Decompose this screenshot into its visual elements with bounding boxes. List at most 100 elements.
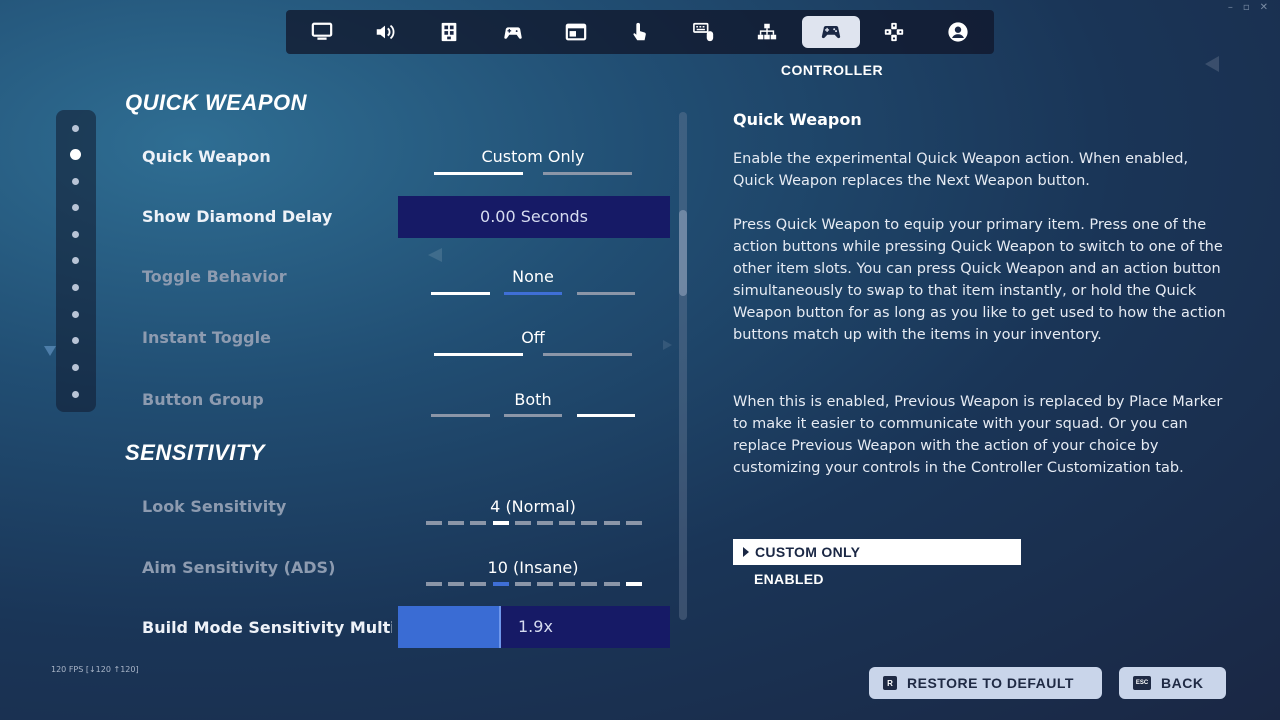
decor-triangle [1205, 56, 1219, 72]
option-indicator [434, 353, 523, 356]
controller-icon [821, 26, 840, 39]
step-dash [581, 521, 598, 525]
setting-label-toggle-behavior: Toggle Behavior [142, 267, 287, 286]
back-button[interactable]: ESC BACK [1119, 667, 1226, 699]
setting-label-build-mode-multiplier: Build Mode Sensitivity Multip [142, 618, 392, 637]
monitor-icon [311, 22, 333, 40]
setting-value-aim-sensitivity[interactable]: 10 (Insane) [398, 558, 668, 577]
settings-scrollbar-thumb[interactable] [679, 210, 687, 296]
option-label: CUSTOM ONLY [755, 544, 861, 560]
section-dot[interactable] [72, 257, 79, 264]
tab-game-ui[interactable] [547, 16, 605, 48]
option-indicator [504, 414, 562, 417]
restore-default-button[interactable]: R RESTORE TO DEFAULT [869, 667, 1102, 699]
gamepad-wireless-icon [503, 27, 522, 39]
setting-label-show-diamond-delay: Show Diamond Delay [142, 207, 333, 226]
dpad-icon [885, 22, 904, 42]
section-dot[interactable] [72, 364, 79, 371]
option-custom-only[interactable]: CUSTOM ONLY [733, 539, 1021, 565]
fps-counter: 120 FPS [↓120 ↑120] [51, 665, 139, 674]
step-dash [492, 521, 509, 525]
tab-network[interactable] [738, 16, 796, 48]
tab-account[interactable] [929, 16, 987, 48]
section-dot[interactable] [72, 231, 79, 238]
step-dash [514, 521, 531, 525]
caret-right-icon [743, 547, 749, 557]
active-tab-label: CONTROLLER [780, 62, 884, 78]
section-dot[interactable] [72, 337, 79, 344]
tab-display[interactable] [293, 16, 351, 48]
section-dot-active[interactable] [70, 149, 81, 160]
step-dash [448, 521, 465, 525]
step-dash [448, 582, 465, 586]
section-dot[interactable] [72, 125, 79, 132]
window-controls: – ▫ ✕ [1228, 2, 1268, 13]
step-dash [514, 582, 531, 586]
step-dash [492, 582, 509, 586]
description-title: Quick Weapon [733, 110, 862, 129]
speaker-icon [377, 24, 395, 40]
section-heading-quick-weapon: QUICK WEAPON [125, 90, 307, 115]
build-mode-slider-fill[interactable] [398, 606, 501, 648]
section-heading-sensitivity: SENSITIVITY [125, 440, 265, 465]
close-button[interactable]: ✕ [1260, 2, 1268, 13]
step-dash [581, 582, 598, 586]
tab-audio[interactable] [356, 16, 414, 48]
touch-icon [633, 22, 646, 41]
section-dot[interactable] [72, 311, 79, 318]
option-indicator [543, 172, 632, 175]
setting-value-button-group[interactable]: Both [398, 390, 668, 409]
key-r-icon: R [883, 676, 897, 690]
setting-label-button-group: Button Group [142, 390, 264, 409]
option-indicator [434, 172, 523, 175]
minimize-button[interactable]: – [1228, 2, 1233, 13]
step-dash [470, 582, 487, 586]
settings-tab-bar [286, 10, 994, 54]
setting-value-show-diamond-delay[interactable]: 0.00 Seconds [398, 207, 670, 226]
step-dash [625, 582, 642, 586]
option-enabled[interactable]: ENABLED [754, 571, 824, 587]
step-dash [426, 521, 442, 525]
step-dash [426, 582, 442, 586]
description-paragraph-3: When this is enabled, Previous Weapon is… [733, 394, 1223, 476]
step-dash [559, 582, 576, 586]
tab-controller-customization[interactable] [865, 16, 923, 48]
setting-value-toggle-behavior[interactable]: None [398, 267, 668, 286]
tab-controller[interactable] [801, 16, 860, 48]
step-dash [603, 521, 620, 525]
option-indicator [504, 292, 562, 295]
step-dash [470, 521, 487, 525]
section-dot[interactable] [72, 391, 79, 398]
window-icon [566, 23, 587, 41]
setting-label-quick-weapon: Quick Weapon [142, 147, 271, 166]
decor-triangle [428, 248, 442, 262]
section-dot[interactable] [72, 204, 79, 211]
restore-default-label: RESTORE TO DEFAULT [907, 675, 1074, 691]
key-esc-icon: ESC [1133, 676, 1151, 690]
setting-label-aim-sensitivity: Aim Sensitivity (ADS) [142, 558, 336, 577]
option-indicator [577, 292, 635, 295]
tab-keyboard-mouse[interactable] [675, 16, 733, 48]
step-dash [603, 582, 620, 586]
tab-accessibility[interactable] [420, 16, 478, 48]
setting-value-look-sensitivity[interactable]: 4 (Normal) [398, 497, 668, 516]
tab-input[interactable] [484, 16, 542, 48]
option-indicator [543, 353, 632, 356]
setting-label-look-sensitivity: Look Sensitivity [142, 497, 287, 516]
grid-icon [441, 22, 457, 42]
tab-touch[interactable] [611, 16, 669, 48]
option-indicator [431, 414, 490, 417]
maximize-button[interactable]: ▫ [1243, 2, 1250, 13]
option-indicator [577, 414, 635, 417]
settings-scrollbar-track[interactable] [679, 112, 687, 620]
description-paragraph-1: Enable the experimental Quick Weapon act… [733, 151, 1189, 189]
section-dot[interactable] [72, 178, 79, 185]
step-dash [537, 582, 553, 586]
setting-label-instant-toggle: Instant Toggle [142, 328, 271, 347]
section-dot[interactable] [72, 284, 79, 291]
keyboard-mouse-icon [692, 22, 713, 42]
step-dash [559, 521, 576, 525]
setting-value-quick-weapon[interactable]: Custom Only [398, 147, 668, 166]
option-indicator [431, 292, 490, 295]
setting-value-instant-toggle[interactable]: Off [398, 328, 668, 347]
